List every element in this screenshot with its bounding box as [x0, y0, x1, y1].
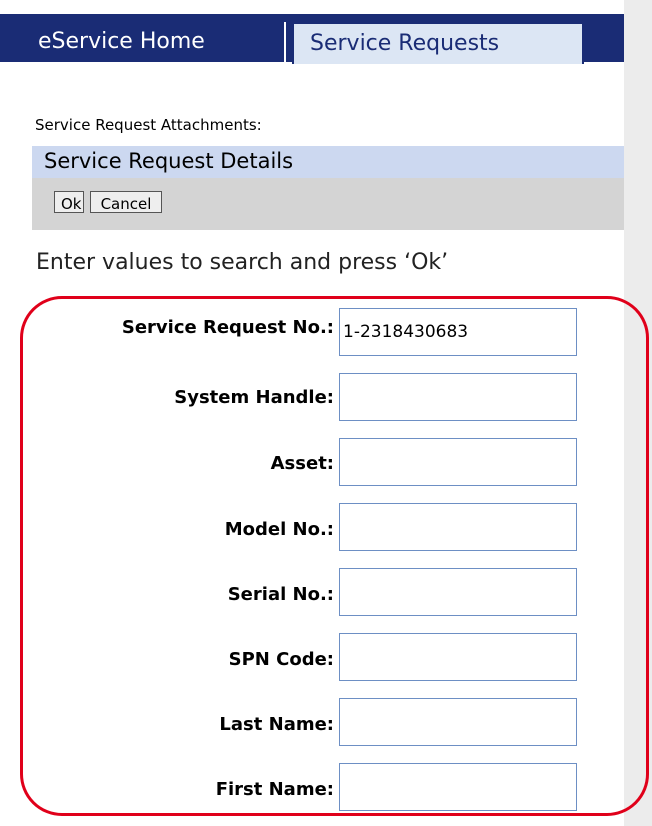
- attachments-label: Service Request Attachments:: [35, 116, 262, 134]
- system-handle-input[interactable]: [339, 373, 577, 421]
- last-name-input[interactable]: [339, 698, 577, 746]
- spn-code-label: SPN Code:: [228, 649, 334, 670]
- first-name-label: First Name:: [215, 779, 334, 800]
- model-no-input[interactable]: [339, 503, 577, 551]
- serial-no-input[interactable]: [339, 568, 577, 616]
- button-bar: Ok Cancel: [32, 178, 624, 230]
- model-no-label: Model No.:: [224, 519, 334, 540]
- first-name-input[interactable]: [339, 763, 577, 811]
- tab-service-requests[interactable]: Service Requests: [292, 22, 584, 64]
- spn-code-input[interactable]: [339, 633, 577, 681]
- ok-button[interactable]: Ok: [54, 191, 84, 213]
- asset-label: Asset:: [270, 453, 334, 474]
- details-title: Service Request Details: [44, 149, 294, 173]
- asset-input[interactable]: [339, 438, 577, 486]
- service-request-no-input[interactable]: [339, 308, 577, 356]
- last-name-label: Last Name:: [219, 714, 334, 735]
- tab-eservice-home[interactable]: eService Home: [28, 22, 286, 62]
- tab-bar-end: [584, 22, 624, 62]
- details-header: Service Request Details: [32, 146, 624, 178]
- system-handle-label: System Handle:: [174, 387, 334, 408]
- cancel-button[interactable]: Cancel: [90, 191, 162, 213]
- serial-no-label: Serial No.:: [227, 584, 334, 605]
- search-instruction: Enter values to search and press ‘Ok’: [36, 250, 449, 275]
- service-request-no-label: Service Request No.:: [121, 317, 334, 338]
